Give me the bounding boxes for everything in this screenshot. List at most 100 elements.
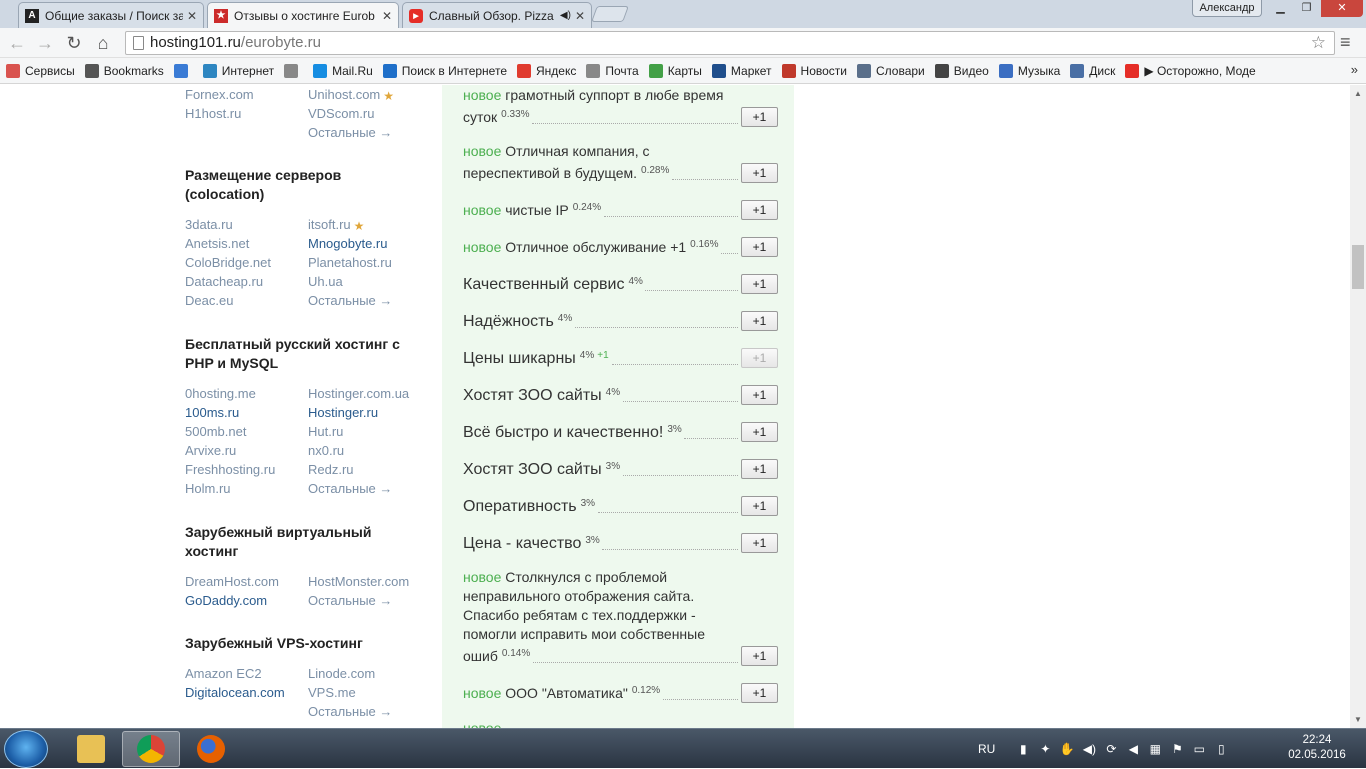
host-link[interactable]: Holm.ru bbox=[185, 479, 308, 498]
home-icon[interactable]: ⌂ bbox=[92, 32, 114, 54]
host-link[interactable]: DreamHost.com bbox=[185, 572, 308, 591]
bookmark-item[interactable] bbox=[173, 63, 193, 78]
display-icon[interactable]: ▭ bbox=[1191, 741, 1207, 757]
host-link[interactable]: Mnogobyte.ru bbox=[308, 234, 428, 253]
host-link[interactable]: Hostinger.ru bbox=[308, 403, 428, 422]
new-tab-button[interactable] bbox=[591, 6, 629, 22]
hand-icon[interactable]: ✋ bbox=[1059, 741, 1075, 757]
host-link[interactable]: Arvixe.ru bbox=[185, 441, 308, 460]
host-link[interactable]: Amazon EC2 bbox=[185, 664, 308, 683]
host-link[interactable]: H1host.ru bbox=[185, 104, 308, 123]
speaker-icon[interactable]: ◀ bbox=[1125, 741, 1141, 757]
more-link[interactable]: Остальные → bbox=[308, 702, 428, 721]
host-link[interactable]: Freshhosting.ru bbox=[185, 460, 308, 479]
scroll-down-icon[interactable]: ▼ bbox=[1354, 715, 1362, 724]
host-link[interactable]: ColoBridge.net bbox=[185, 253, 308, 272]
plus-one-button[interactable]: +1 bbox=[741, 683, 778, 703]
bookmark-item[interactable]: Интернет bbox=[202, 63, 274, 78]
review-percent: 3% bbox=[585, 535, 599, 546]
host-link-text: Amazon EC2 bbox=[185, 666, 262, 681]
host-link[interactable]: 0hosting.me bbox=[185, 384, 308, 403]
tab-favicon-icon: A bbox=[25, 8, 39, 23]
clock[interactable]: 22:24 02.05.2016 bbox=[1282, 733, 1352, 763]
host-link[interactable]: itsoft.ru ★ bbox=[308, 215, 428, 234]
host-link[interactable]: VPS.me bbox=[308, 683, 428, 702]
host-link[interactable]: Linode.com bbox=[308, 664, 428, 683]
bookmark-item[interactable]: Видео bbox=[934, 63, 989, 78]
host-link[interactable]: Uh.ua bbox=[308, 272, 428, 291]
host-link[interactable]: 500mb.net bbox=[185, 422, 308, 441]
bookmark-star-icon[interactable]: ☆ bbox=[1311, 32, 1326, 54]
profile-button[interactable]: Александр bbox=[1192, 0, 1262, 17]
forward-icon[interactable]: → bbox=[34, 32, 56, 54]
explorer-taskbar-button[interactable] bbox=[62, 731, 120, 767]
close-window-icon[interactable]: ✕ bbox=[1321, 0, 1363, 17]
bookmark-item[interactable]: ▶ Осторожно, Моде bbox=[1125, 63, 1256, 78]
host-link[interactable]: Digitalocean.com bbox=[185, 683, 308, 702]
host-link[interactable]: Planetahost.ru bbox=[308, 253, 428, 272]
bookmark-item[interactable] bbox=[284, 63, 303, 78]
minimize-icon[interactable]: ▁ bbox=[1268, 0, 1293, 17]
vertical-scrollbar[interactable]: ▲ ▼ bbox=[1350, 85, 1366, 728]
host-link[interactable]: Redz.ru bbox=[308, 460, 428, 479]
bookmark-item[interactable]: Яндекс bbox=[517, 63, 576, 78]
network-icon[interactable]: ▦ bbox=[1147, 741, 1163, 757]
tab-pizza-review[interactable]: ▶ Славный Обзор. Pizza ◀) ✕ bbox=[402, 2, 592, 28]
review-line: неправильного отображения сайта. bbox=[463, 587, 733, 606]
flag-icon[interactable]: ⚑ bbox=[1169, 741, 1185, 757]
scrollbar-thumb[interactable] bbox=[1352, 245, 1364, 289]
host-link[interactable]: Deac.eu bbox=[185, 291, 308, 310]
chrome-taskbar-button[interactable] bbox=[122, 731, 180, 767]
address-bar[interactable]: hosting101.ru/eurobyte.ru ☆ bbox=[125, 31, 1335, 55]
more-link[interactable]: Остальные → bbox=[308, 291, 428, 310]
tab-general-orders[interactable]: A Общие заказы / Поиск за ✕ bbox=[18, 2, 204, 28]
host-link[interactable]: 100ms.ru bbox=[185, 403, 308, 422]
bookmark-item[interactable]: Диск bbox=[1070, 63, 1115, 78]
host-link[interactable]: Datacheap.ru bbox=[185, 272, 308, 291]
more-link[interactable]: Остальные → bbox=[308, 591, 428, 610]
bookmark-item[interactable]: Маркет bbox=[711, 63, 772, 78]
bookmark-item[interactable]: Bookmarks bbox=[84, 63, 164, 78]
host-link[interactable]: Hostinger.com.ua bbox=[308, 384, 428, 403]
bookmark-item[interactable]: Новости bbox=[781, 63, 847, 78]
bookmark-item[interactable]: Mail.Ru bbox=[313, 63, 373, 78]
more-link[interactable]: Остальные → bbox=[308, 123, 428, 142]
bookmark-item[interactable]: Сервисы bbox=[6, 63, 75, 78]
bookmark-item[interactable]: Музыка bbox=[998, 63, 1060, 78]
more-link[interactable]: Остальные → bbox=[308, 479, 428, 498]
bookmark-item[interactable]: Карты bbox=[648, 63, 702, 78]
tab-eurobyte-reviews[interactable]: ★ Отзывы о хостинге Eurob ✕ bbox=[207, 2, 399, 28]
restore-icon[interactable]: ❐ bbox=[1294, 0, 1319, 17]
tab-label: Славный Обзор. Pizza bbox=[429, 8, 554, 23]
sync-icon[interactable]: ⟳ bbox=[1103, 741, 1119, 757]
host-link[interactable]: nx0.ru bbox=[308, 441, 428, 460]
battery-icon[interactable]: ▯ bbox=[1213, 741, 1229, 757]
bookmarks-more-icon[interactable]: » bbox=[1351, 62, 1358, 77]
clock-date: 02.05.2016 bbox=[1288, 749, 1346, 761]
host-link[interactable]: HostMonster.com bbox=[308, 572, 428, 591]
menu-icon[interactable]: ≡ bbox=[1340, 32, 1351, 53]
host-link[interactable]: Hut.ru bbox=[308, 422, 428, 441]
back-icon[interactable]: ← bbox=[6, 32, 28, 54]
notes-icon[interactable]: ▮ bbox=[1015, 741, 1031, 757]
host-link[interactable]: VDScom.ru bbox=[308, 104, 428, 123]
scroll-up-icon[interactable]: ▲ bbox=[1354, 89, 1362, 98]
reload-icon[interactable]: ↻ bbox=[63, 32, 85, 54]
host-link[interactable]: 3data.ru bbox=[185, 215, 308, 234]
language-indicator[interactable]: RU bbox=[978, 742, 995, 756]
host-link[interactable]: Unihost.com ★ bbox=[308, 85, 428, 104]
host-link[interactable]: Fornex.com bbox=[185, 85, 308, 104]
tab-close-icon[interactable]: ✕ bbox=[382, 9, 392, 23]
tab-close-icon[interactable]: ✕ bbox=[187, 9, 197, 23]
plus-one-button[interactable]: +1 bbox=[741, 533, 778, 553]
bookmark-item[interactable]: Поиск в Интернете bbox=[382, 63, 507, 78]
volume-icon[interactable]: ◀) bbox=[1081, 741, 1097, 757]
host-link[interactable]: Anetsis.net bbox=[185, 234, 308, 253]
tab-close-icon[interactable]: ✕ bbox=[575, 9, 585, 23]
start-button[interactable] bbox=[4, 730, 48, 768]
host-link[interactable]: GoDaddy.com bbox=[185, 591, 308, 610]
firefox-taskbar-button[interactable] bbox=[182, 731, 240, 767]
bookmark-item[interactable]: Почта bbox=[586, 63, 639, 78]
security-icon[interactable]: ✦ bbox=[1037, 741, 1053, 757]
bookmark-item[interactable]: Словари bbox=[856, 63, 925, 78]
